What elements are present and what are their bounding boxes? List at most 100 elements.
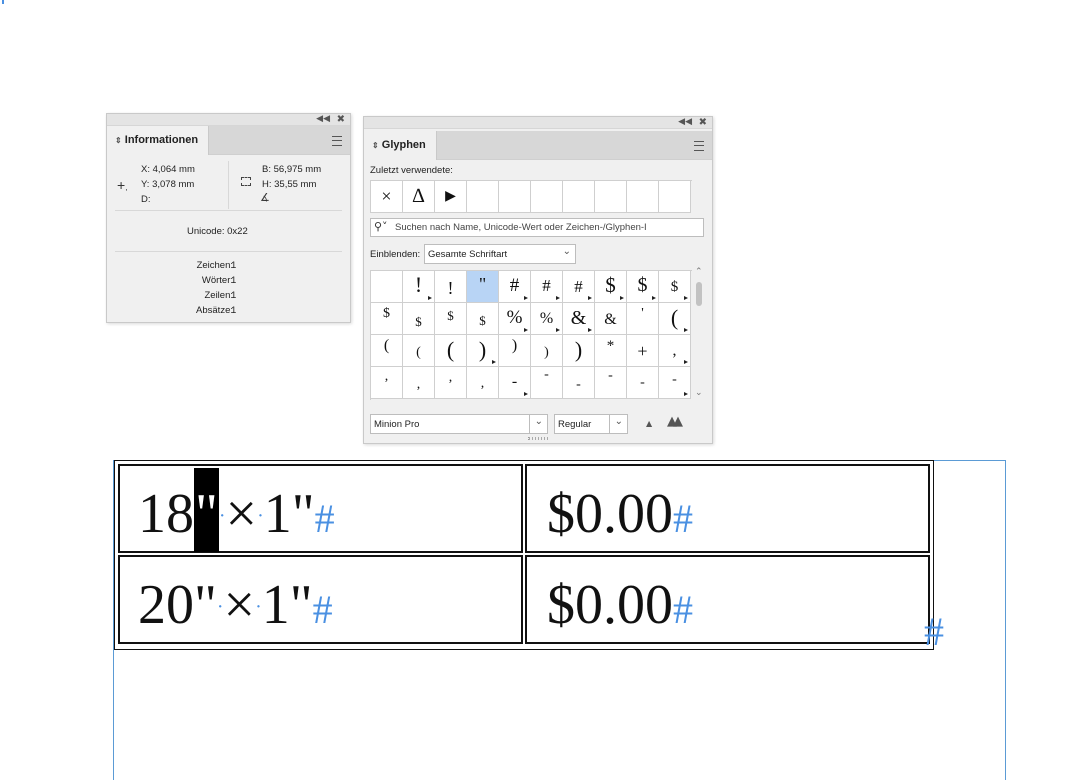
recent-glyph-cell[interactable] (531, 181, 563, 213)
glyph-cell[interactable]: * (595, 335, 627, 367)
recent-glyph-cell[interactable]: ∆ (403, 181, 435, 213)
glyph-cell[interactable] (371, 271, 403, 303)
recent-label: Zuletzt verwendete: (370, 165, 453, 176)
search-icon[interactable]: ⚲˅ (374, 220, 388, 233)
glyph-cell[interactable]: - (563, 367, 595, 399)
glyph-cell[interactable]: & (563, 303, 595, 335)
chevron-down-icon: ⌄ (534, 416, 543, 427)
zoom-in-icon[interactable]: ▲▲ (667, 414, 683, 429)
crosshair-icon: +, (117, 177, 128, 193)
selected-char[interactable]: " (194, 468, 219, 552)
glyph-cell[interactable]: & (595, 303, 627, 335)
glyph-cell[interactable]: $ (467, 303, 499, 335)
price-text[interactable]: $0.00# (547, 486, 693, 547)
zoom-out-icon[interactable]: ▲ (646, 419, 652, 428)
space-marker: · (216, 596, 224, 618)
glyph-cell[interactable]: - (627, 367, 659, 399)
info-titlebar[interactable]: ◀◀ ✖ (107, 114, 350, 126)
collapse-icon[interactable]: ◀◀ (678, 117, 692, 128)
font-family-select[interactable]: Minion Pro ⌄ (370, 414, 548, 434)
glyph-cell[interactable]: , (467, 367, 499, 399)
tab-glyphen[interactable]: ⇕ Glyphen (364, 131, 437, 160)
glyph-cell[interactable]: $ (595, 271, 627, 303)
glyph-cell[interactable]: , (659, 335, 691, 367)
glyph-cell-selected[interactable]: " (467, 271, 499, 303)
glyph-search-input[interactable]: ⚲˅ Suchen nach Name, Unicode-Wert oder Z… (370, 218, 704, 237)
glyph-cell[interactable]: % (531, 303, 563, 335)
font-style-value: Regular (558, 419, 592, 430)
glyph-cell[interactable]: # (531, 271, 563, 303)
recent-glyph-cell[interactable] (595, 181, 627, 213)
recent-glyph-cell[interactable]: × (371, 181, 403, 213)
glyph-cell[interactable]: ( (371, 335, 403, 367)
glyph-cell[interactable]: ) (499, 335, 531, 367)
space-marker: · (257, 505, 264, 527)
show-dropdown-value: Gesamte Schriftart (428, 249, 508, 260)
tab-arrows-icon: ⇕ (372, 141, 379, 150)
scroll-down-icon[interactable]: ⌄ (695, 388, 703, 398)
glyph-cell[interactable]: , (435, 367, 467, 399)
size-text[interactable]: 18"·×·1"# (138, 468, 335, 554)
glyph-cell[interactable]: $ (627, 271, 659, 303)
show-dropdown[interactable]: Gesamte Schriftart ⌄ (424, 244, 576, 264)
panel-menu-icon[interactable] (694, 141, 704, 151)
scroll-up-icon[interactable]: ⌃ (695, 267, 703, 277)
panel-menu-icon[interactable] (332, 136, 342, 146)
glyph-cell[interactable]: ) (467, 335, 499, 367)
glyph-cell[interactable]: ( (403, 335, 435, 367)
end-of-cell-marker: # (312, 587, 333, 632)
space-marker: · (255, 596, 262, 618)
glyph-cell[interactable]: % (499, 303, 531, 335)
glyph-cell[interactable]: # (499, 271, 531, 303)
size-text[interactable]: 20"·×·1"# (138, 577, 333, 645)
collapse-icon[interactable]: ◀◀ (316, 114, 330, 125)
tab-arrows-icon: ⇕ (115, 136, 122, 145)
glyph-cell[interactable]: , (371, 367, 403, 399)
space-marker: · (218, 505, 226, 527)
divider (115, 251, 342, 252)
glyph-cell[interactable]: $ (659, 271, 691, 303)
divider (529, 415, 530, 433)
glyph-cell[interactable]: , (403, 367, 435, 399)
recent-glyph-cell[interactable] (627, 181, 659, 213)
price-text[interactable]: $0.00# (547, 577, 693, 638)
glyph-cell[interactable]: $ (435, 303, 467, 335)
recent-glyph-cell[interactable] (499, 181, 531, 213)
glyph-cell[interactable]: - (531, 367, 563, 399)
glyph-cell[interactable]: ' (627, 303, 659, 335)
close-icon[interactable]: ✖ (699, 117, 707, 128)
glyph-titlebar[interactable]: ◀◀ ✖ (364, 117, 712, 129)
font-style-select[interactable]: Regular ⌄ (554, 414, 628, 434)
recent-glyph-cell[interactable] (563, 181, 595, 213)
corner-mark (2, 0, 4, 4)
recent-glyph-cell[interactable] (467, 181, 499, 213)
recent-glyphs: × ∆ ▶ (370, 180, 692, 213)
glyph-scrollbar[interactable]: ⌃ ⌄ (694, 267, 704, 399)
glyph-grid: ! ! " # # # $ $ $ $ $ $ $ % % & & ' ( ( … (370, 270, 692, 400)
glyph-cell[interactable]: - (499, 367, 531, 399)
tab-informationen[interactable]: ⇕ Informationen (107, 126, 210, 155)
glyph-cell[interactable]: ) (563, 335, 595, 367)
glyph-cell[interactable]: ( (659, 303, 691, 335)
stat-value: 1 (231, 260, 237, 271)
glyph-cell[interactable]: # (563, 271, 595, 303)
resize-grip-icon[interactable] (528, 437, 549, 440)
glyph-cell[interactable]: ( (435, 335, 467, 367)
bounding-box-icon (241, 177, 251, 186)
recent-glyph-cell[interactable]: ▶ (435, 181, 467, 213)
glyph-cell[interactable]: ! (435, 271, 467, 303)
glyph-cell[interactable]: ) (531, 335, 563, 367)
scroll-thumb[interactable] (696, 282, 702, 306)
stat-value: 1 (231, 275, 237, 286)
glyph-cell[interactable]: $ (403, 303, 435, 335)
vertical-divider (228, 161, 229, 209)
glyph-cell[interactable]: ! (403, 271, 435, 303)
glyph-cell[interactable]: - (595, 367, 627, 399)
recent-glyph-cell[interactable] (659, 181, 691, 213)
glyph-cell[interactable]: - (659, 367, 691, 399)
close-icon[interactable]: ✖ (337, 114, 345, 125)
glyph-cell[interactable]: + (627, 335, 659, 367)
show-label: Einblenden: (370, 249, 421, 260)
glyph-cell[interactable]: $ (371, 303, 403, 335)
d-value: D: (141, 194, 151, 205)
